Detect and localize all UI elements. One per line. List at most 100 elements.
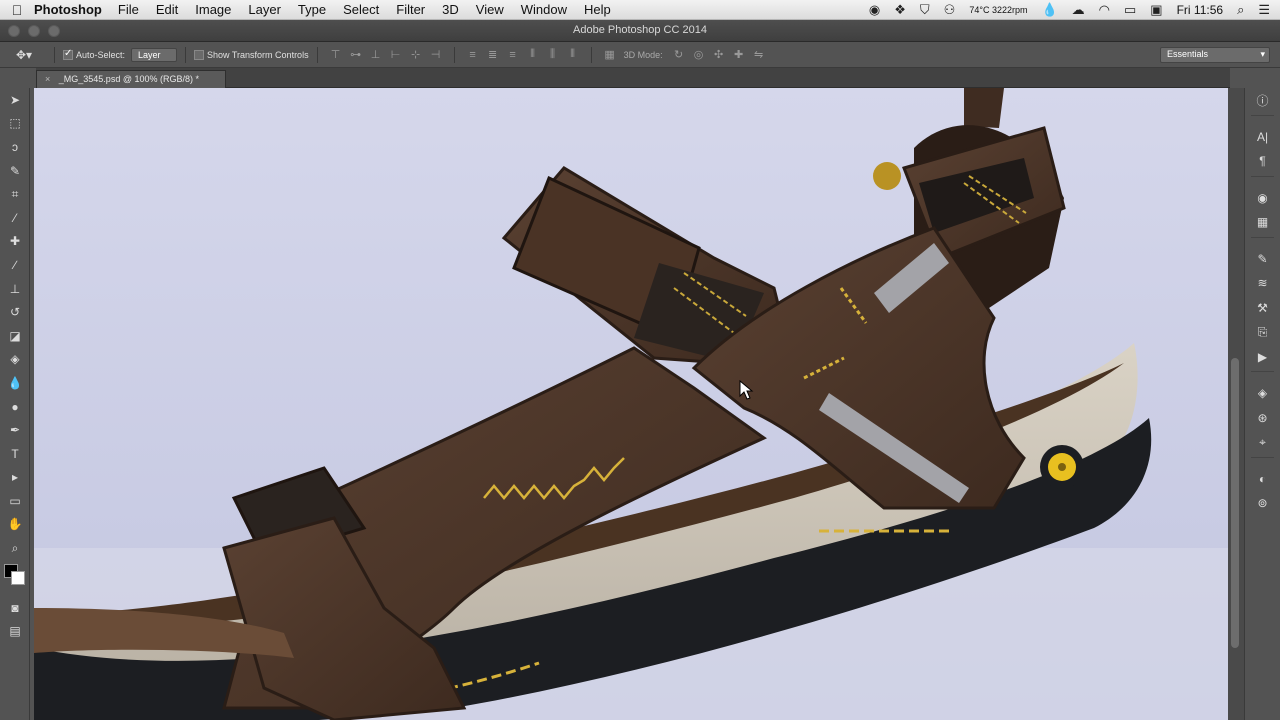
info-panel-icon[interactable]: ⓘ [1245,88,1280,113]
dodge-tool-icon[interactable]: ● [0,395,30,419]
document-canvas[interactable] [34,88,1228,720]
zoom-tool-icon[interactable]: ⌕ [0,536,30,560]
auto-select-dropdown[interactable]: Layer [131,47,178,62]
history-brush-tool-icon[interactable]: ↺ [0,300,30,324]
divider [453,46,455,63]
character-panel-icon[interactable]: A| [1245,125,1280,150]
paths-panel-icon[interactable]: ⌖ [1245,430,1280,455]
path-selection-tool-icon[interactable]: ▸ [0,466,30,490]
3d-roll-icon[interactable]: ◎ [689,48,709,61]
clone-stamp-tool-icon[interactable]: ⊥ [0,277,30,301]
blur-tool-icon[interactable]: 💧 [0,371,30,395]
type-tool-icon[interactable]: T [0,442,30,466]
hand-tool-icon[interactable]: ✋ [0,513,30,537]
distribute-hcenter-icon[interactable]: ⫼ [543,48,563,61]
app-menu[interactable]: Photoshop [34,2,102,17]
paint-bucket-tool-icon[interactable]: ◈ [0,348,30,372]
rectangle-tool-icon[interactable]: ▭ [0,489,30,513]
menu-3d[interactable]: 3D [442,2,459,17]
wifi-icon[interactable]: ◠ [1099,2,1110,18]
workspace-switcher[interactable]: Essentials ▾ [1160,47,1270,63]
shield-icon[interactable]: ⛉ [920,2,930,18]
channels-panel-icon[interactable]: ⊛ [1245,406,1280,431]
menu-layer[interactable]: Layer [248,2,281,17]
3d-slide-icon[interactable]: ✚ [729,48,749,61]
move-tool-preset-icon[interactable]: ✥▾ [16,48,46,62]
auto-align-icon[interactable]: ▦ [600,48,620,61]
divider [54,46,55,63]
menu-edit[interactable]: Edit [156,2,178,17]
glasses-icon[interactable]: ⚇ [944,2,956,18]
menu-select[interactable]: Select [343,2,379,17]
background-color-swatch[interactable] [11,570,25,585]
align-right-icon[interactable]: ⊣ [426,48,446,61]
divider [1251,371,1274,379]
marquee-tool-icon[interactable]: ⬚ [0,112,30,136]
align-left-icon[interactable]: ⊢ [386,48,406,61]
menu-image[interactable]: Image [195,2,231,17]
eyedropper-tool-icon[interactable]: ⁄ [0,206,30,230]
close-tab-icon[interactable]: × [45,74,50,84]
crop-tool-icon[interactable]: ⌗ [0,182,30,206]
show-transform-checkbox[interactable] [194,49,207,60]
brush-tool-icon[interactable]: ∕ [0,253,30,277]
quick-mask-icon[interactable]: ◙ [0,596,30,620]
clock[interactable]: Fri 11:56 [1177,3,1223,17]
tool-presets-icon[interactable]: ⚒ [1245,296,1280,321]
apple-menu-icon[interactable]:  [0,2,34,18]
distribute-bottom-icon[interactable]: ≡ [503,49,523,61]
cloud-icon[interactable]: ☁ [1072,2,1085,18]
align-vcenter-icon[interactable]: ⊶ [346,48,366,61]
layers-panel-icon[interactable]: ◈ [1245,381,1280,406]
distribute-vcenter-icon[interactable]: ≣ [483,48,503,61]
distribute-top-icon[interactable]: ≡ [463,49,483,61]
battery-icon[interactable]: ▭ [1124,2,1136,18]
menu-file[interactable]: File [118,2,139,17]
window-title: Adobe Photoshop CC 2014 [573,24,707,36]
align-hcenter-icon[interactable]: ⊹ [406,48,426,61]
document-tab-bar: × _MG_3545.psd @ 100% (RGB/8) * [36,68,1230,88]
color-panel-icon[interactable]: ◉ [1245,186,1280,211]
auto-select-label: Auto-Select: [76,49,126,60]
menu-filter[interactable]: Filter [396,2,425,17]
record-icon[interactable]: ◉ [869,2,880,18]
dropbox-icon[interactable]: ❖ [894,2,906,18]
move-tool-icon[interactable]: ➤ [0,88,30,112]
distribute-left-icon[interactable]: ⫴ [523,48,543,61]
distribute-right-icon[interactable]: ⫴ [563,48,583,61]
adjustments-panel-icon[interactable]: ◐ [1245,467,1280,492]
pen-tool-icon[interactable]: ✒ [0,418,30,442]
scrollbar-thumb[interactable] [1231,358,1239,648]
align-top-icon[interactable]: ⊤ [326,48,346,61]
actions-panel-icon[interactable]: ▶ [1245,345,1280,370]
menu-type[interactable]: Type [298,2,326,17]
lasso-tool-icon[interactable]: ↄ [0,135,30,159]
drop-icon[interactable]: 💧 [1041,2,1057,18]
eraser-tool-icon[interactable]: ◪ [0,324,30,348]
3d-rotate-icon[interactable]: ↻ [669,48,689,61]
auto-select-checkbox[interactable] [63,48,76,60]
options-bar: ✥▾ Auto-Select: Layer Show Transform Con… [0,42,1280,68]
3d-drag-icon[interactable]: ✣ [709,48,729,61]
paragraph-panel-icon[interactable]: ¶ [1245,149,1280,174]
menu-view[interactable]: View [476,2,504,17]
vertical-scrollbar[interactable] [1228,88,1244,720]
list-icon[interactable]: ☰ [1258,2,1270,18]
swatches-panel-icon[interactable]: ▦ [1245,210,1280,235]
document-tab[interactable]: × _MG_3545.psd @ 100% (RGB/8) * [36,70,226,88]
quick-select-tool-icon[interactable]: ✎ [0,159,30,183]
search-icon[interactable]: ⌕ [1237,2,1244,18]
menu-window[interactable]: Window [521,2,567,17]
healing-brush-tool-icon[interactable]: ✚ [0,230,30,254]
align-bottom-icon[interactable]: ⊥ [366,48,386,61]
clone-source-icon[interactable]: ⎘ [1245,320,1280,345]
menu-help[interactable]: Help [584,2,611,17]
styles-panel-icon[interactable]: ⊚ [1245,491,1280,516]
brush-presets-icon[interactable]: ≋ [1245,271,1280,296]
3d-scale-icon[interactable]: ⇋ [749,48,769,61]
screen-mode-icon[interactable]: ▤ [0,619,30,643]
display-icon[interactable]: ▣ [1150,2,1162,18]
brush-panel-icon[interactable]: ✎ [1245,247,1280,272]
chevron-down-icon: ▾ [1260,49,1265,59]
temperature-readout[interactable]: 74°C 3222rpm [969,5,1027,15]
